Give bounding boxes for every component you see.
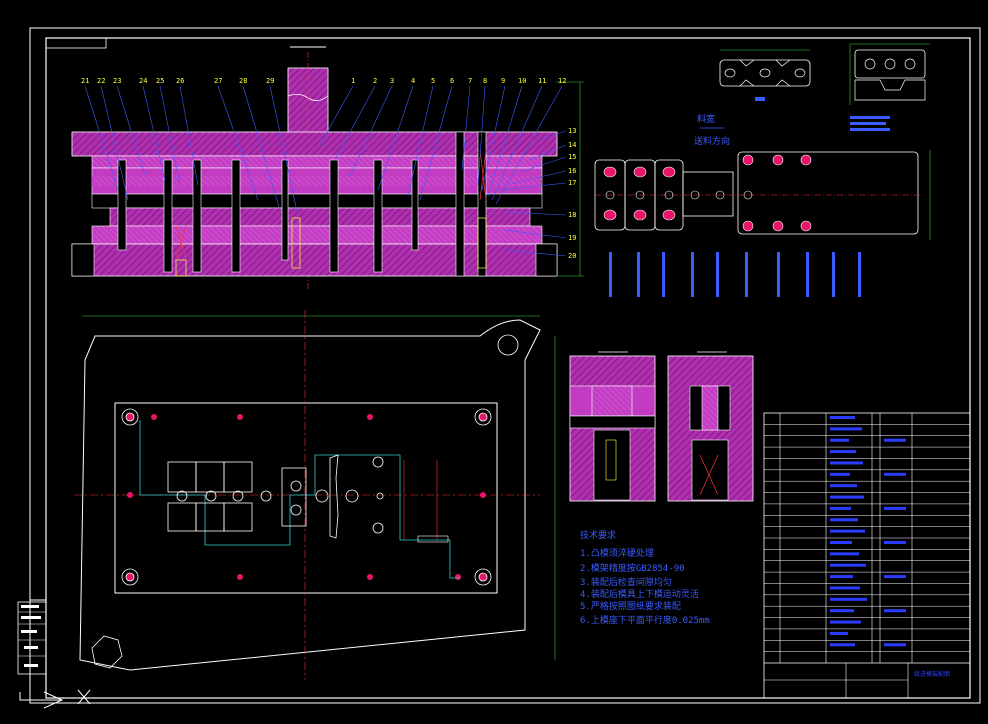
bom-cell-text — [830, 552, 859, 556]
part-number-1: 1 — [351, 77, 355, 85]
bom-cell-text — [830, 495, 864, 499]
bom-cell-text — [884, 506, 906, 510]
part-number-2: 2 — [373, 77, 377, 85]
bom-cell-text — [830, 609, 854, 613]
cad-drawing-canvas: 21 22 23 24 25 26 27 28 29 1 2 3 4 5 6 7… — [17, 27, 981, 709]
part-number-26: 26 — [176, 77, 184, 85]
bom-cell-text — [830, 518, 858, 522]
part-number-10: 10 — [518, 77, 526, 85]
ucs-axis-icon — [19, 691, 64, 709]
bom-cell-text — [884, 643, 906, 647]
bom-cell-text — [830, 427, 862, 431]
part-number-25: 25 — [156, 77, 164, 85]
bom-cell-text — [830, 461, 863, 465]
part-number-6: 6 — [450, 77, 454, 85]
strip-layout: 料宽 送料方向 — [594, 113, 931, 297]
bom-cell-text — [830, 586, 860, 590]
tech-requirement-4: 4.装配后模具上下模运动灵活 — [580, 588, 699, 600]
blank-part-views — [719, 43, 930, 131]
part-number-23: 23 — [113, 77, 121, 85]
bom-cell-text — [884, 575, 906, 579]
part-number-29: 29 — [266, 77, 274, 85]
part-number-17: 17 — [568, 179, 576, 187]
bom-cell-text — [830, 575, 853, 579]
technical-requirements: 技术要求 1.凸模须淬硬处理 2.模架精度按GB2854-90 3.装配后检查间… — [580, 529, 710, 626]
part-number-12: 12 — [558, 77, 566, 85]
part-number-11: 11 — [538, 77, 546, 85]
tech-requirement-1: 1.凸模须淬硬处理 — [580, 547, 654, 559]
section-detail-views — [569, 351, 754, 502]
bom-cell-text — [884, 438, 906, 442]
part-number-9: 9 — [501, 77, 505, 85]
part-number-21: 21 — [81, 77, 89, 85]
tech-requirements-title: 技术要求 — [580, 529, 616, 541]
title-block-name: 级进模装配图 — [914, 670, 950, 678]
bom-cell-text — [884, 609, 906, 613]
part-number-27: 27 — [214, 77, 222, 85]
bom-cell-text — [830, 416, 855, 419]
bom-cell-text — [830, 472, 850, 476]
bom-cell-text — [830, 438, 849, 442]
part-number-13: 13 — [568, 127, 576, 135]
tech-requirement-5: 5.严格按照图纸要求装配 — [580, 600, 681, 612]
drawing-frame — [17, 27, 981, 704]
tech-requirement-6: 6.上模座下平面平行度0.025mm — [580, 614, 710, 626]
bom-cell-text — [830, 529, 865, 533]
strip-caption-top: 料宽 — [697, 113, 715, 125]
part-number-28: 28 — [239, 77, 247, 85]
bom-cell-text — [830, 597, 867, 601]
part-number-3: 3 — [390, 77, 394, 85]
bom-cell-text — [830, 484, 857, 488]
part-number-18: 18 — [568, 211, 576, 219]
part-number-16: 16 — [568, 167, 576, 175]
tech-requirement-3: 3.装配后检查间隙均匀 — [580, 576, 672, 588]
part-number-22: 22 — [97, 77, 105, 85]
tech-requirement-2: 2.模架精度按GB2854-90 — [580, 562, 685, 574]
bom-cell-text — [830, 506, 851, 510]
bom-cell-text — [830, 620, 861, 624]
crosshair-icon — [77, 689, 91, 705]
bom-cell-text — [830, 563, 866, 567]
part-number-15: 15 — [568, 153, 576, 161]
bom-cell-text — [830, 541, 852, 544]
bill-of-materials-table: 级进模装配图 — [763, 412, 971, 699]
part-number-8: 8 — [483, 77, 487, 85]
bom-cell-text — [884, 472, 906, 476]
part-number-14: 14 — [568, 141, 576, 149]
bom-cell-text — [884, 541, 906, 544]
bom-cell-text — [830, 643, 855, 647]
part-number-19: 19 — [568, 234, 576, 242]
feed-direction-label: 送料方向 — [694, 135, 730, 147]
part-number-4: 4 — [411, 77, 415, 85]
bom-cell-text — [830, 450, 856, 454]
bom-cell-text — [830, 631, 848, 635]
part-number-20: 20 — [568, 252, 576, 260]
part-number-7: 7 — [468, 77, 472, 85]
part-number-5: 5 — [431, 77, 435, 85]
lower-die-plan-view — [74, 310, 556, 680]
part-number-24: 24 — [139, 77, 147, 85]
assembly-section-view: 21 22 23 24 25 26 27 28 29 1 2 3 4 5 6 7… — [71, 46, 584, 290]
